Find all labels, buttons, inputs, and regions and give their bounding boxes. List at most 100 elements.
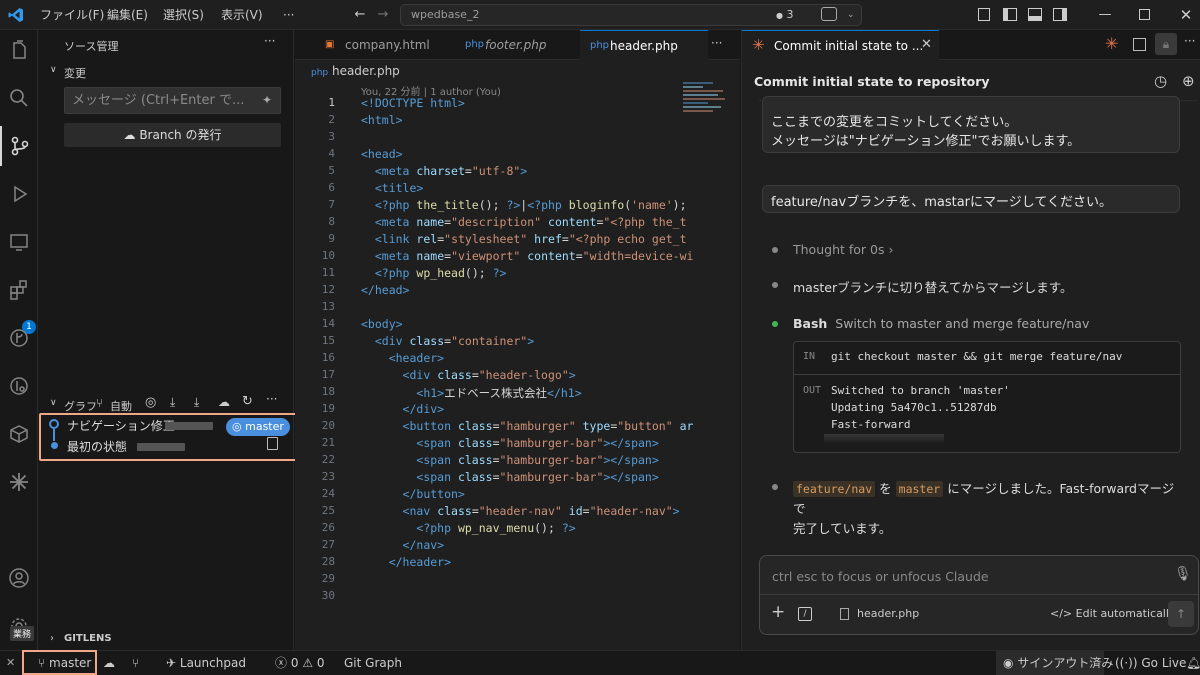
composer-input[interactable]: ctrl esc to focus or unfocus Claude bbox=[772, 569, 989, 584]
menu-selection[interactable]: 選択(S) bbox=[163, 0, 204, 30]
breadcrumb[interactable]: php header.php bbox=[311, 64, 400, 78]
branch-badge[interactable]: ◎ master bbox=[226, 418, 290, 436]
lock-icon[interactable]: 🔒︎ bbox=[1155, 33, 1177, 55]
gitlens-header[interactable]: GITLENS bbox=[64, 633, 112, 644]
publish-branch-button[interactable]: ☁ Branch の発行 bbox=[64, 123, 281, 147]
chevron-down-icon[interactable]: ∨ bbox=[50, 65, 57, 75]
add-icon[interactable]: + bbox=[771, 602, 785, 622]
chat-composer[interactable]: ctrl esc to focus or unfocus Claude 🎙︎ +… bbox=[759, 555, 1199, 635]
more-actions-icon[interactable]: ··· bbox=[264, 34, 275, 48]
minimap[interactable] bbox=[683, 80, 733, 140]
pull-icon[interactable]: ⤓ bbox=[194, 395, 199, 410]
more-actions-icon[interactable]: ··· bbox=[1184, 34, 1195, 48]
command-center-search[interactable]: wpedbase_2 ● 3 ⌄ bbox=[400, 4, 862, 26]
menu-edit[interactable]: 編集(E) bbox=[107, 0, 148, 30]
toggle-primary-sidebar-icon[interactable] bbox=[1003, 8, 1017, 21]
split-editor-icon[interactable] bbox=[1133, 38, 1146, 51]
edit-mode-toggle[interactable]: </> Edit automatically bbox=[1050, 607, 1175, 620]
problems-item[interactable]: ⓧ 0 ⚠ 0 bbox=[275, 651, 325, 675]
out-label: OUT bbox=[803, 385, 822, 396]
history-icon[interactable]: ◷ bbox=[1154, 72, 1167, 90]
toggle-secondary-sidebar-icon[interactable] bbox=[1053, 8, 1067, 21]
minimize-icon[interactable]: — bbox=[1090, 0, 1120, 30]
chevron-down-icon[interactable]: ∨ bbox=[50, 398, 57, 408]
bash-output-box: IN git checkout master && git merge feat… bbox=[793, 341, 1181, 453]
sparkle-icon[interactable]: ✦ bbox=[262, 88, 272, 113]
go-live-item[interactable]: ((·)) Go Live bbox=[1115, 651, 1186, 675]
changes-header[interactable]: 変更 bbox=[64, 65, 86, 81]
more-actions-icon[interactable]: ··· bbox=[711, 36, 722, 50]
extensions-icon[interactable] bbox=[0, 270, 38, 310]
source-control-icon[interactable] bbox=[0, 126, 38, 166]
chevron-down-icon[interactable]: ⌄ bbox=[847, 5, 855, 25]
git-graph-item[interactable]: Git Graph bbox=[344, 651, 402, 675]
chevron-right-icon[interactable]: › bbox=[50, 633, 54, 644]
commit-row[interactable]: ナビゲーション修正 bbox=[67, 417, 175, 434]
search-icon[interactable] bbox=[0, 78, 38, 118]
graph-auto-label[interactable]: 自動 bbox=[110, 398, 132, 414]
close-icon[interactable]: ✕ bbox=[921, 37, 932, 52]
microphone-icon[interactable]: 🎙︎ bbox=[1174, 566, 1192, 582]
customize-layout-icon[interactable] bbox=[978, 8, 990, 21]
claude-icon[interactable]: ✳ bbox=[1105, 34, 1118, 53]
account-status[interactable]: ◉ サインアウト済み bbox=[1003, 651, 1113, 675]
send-arrow-icon[interactable]: ↑ bbox=[1168, 601, 1194, 627]
notifications-bell-icon[interactable]: 🔔︎ bbox=[1186, 651, 1200, 675]
tool-call-header[interactable]: Bash Switch to master and merge feature/… bbox=[793, 316, 1089, 331]
back-arrow-icon[interactable]: ← bbox=[350, 0, 370, 30]
package-icon[interactable] bbox=[0, 414, 38, 454]
thought-toggle[interactable]: Thought for 0s › bbox=[793, 242, 893, 257]
maximize-icon[interactable] bbox=[1139, 9, 1150, 20]
slash-command-icon[interactable]: / bbox=[798, 607, 812, 621]
forward-arrow-icon[interactable]: → bbox=[373, 0, 393, 30]
remote-icon[interactable]: ✕ bbox=[6, 651, 15, 675]
close-window-icon[interactable]: ✕ bbox=[1176, 0, 1196, 30]
tab-header-php[interactable]: php header.php bbox=[580, 30, 708, 60]
tab-company-html[interactable]: ▣ company.html bbox=[315, 30, 455, 60]
refresh-icon[interactable]: ↻ bbox=[242, 394, 253, 409]
menu-view[interactable]: 表示(V) bbox=[221, 0, 263, 30]
copilot-icon[interactable] bbox=[821, 7, 837, 21]
graph-header[interactable]: グラフ bbox=[64, 398, 97, 414]
remote-explorer-icon[interactable] bbox=[0, 222, 38, 262]
gitlens-icon[interactable] bbox=[0, 318, 38, 358]
launchpad-item[interactable]: ✈ Launchpad bbox=[166, 651, 246, 675]
line-number: 5 bbox=[328, 164, 335, 177]
commit-message-input[interactable]: メッセージ (Ctrl+Enter で... ✦ bbox=[64, 87, 281, 114]
inline-code: feature/nav bbox=[793, 481, 876, 497]
account-icon[interactable] bbox=[0, 558, 38, 598]
git-icon[interactable]: ⑂ bbox=[132, 651, 139, 675]
line-number: 14 bbox=[321, 317, 335, 330]
user-message: feature/navブランチを、mastarにマージしてください。 bbox=[762, 185, 1180, 213]
line-number: 11 bbox=[321, 266, 335, 279]
file-icon[interactable] bbox=[267, 437, 278, 450]
panel-tab[interactable]: ✳ Commit initial state to ... ✕ bbox=[742, 30, 939, 60]
commit-row[interactable]: 最初の状態 bbox=[67, 438, 127, 455]
attached-file[interactable]: header.php bbox=[857, 607, 919, 620]
code-view[interactable]: <!DOCTYPE html> <html> <head> <meta char… bbox=[361, 96, 693, 572]
toggle-panel-icon[interactable] bbox=[1028, 8, 1042, 21]
new-chat-icon[interactable]: ⊕ bbox=[1182, 72, 1195, 90]
claude-icon[interactable] bbox=[0, 462, 38, 502]
account-status-label: サインアウト済み bbox=[1017, 656, 1114, 670]
branch-icon[interactable]: ⑂ bbox=[96, 396, 103, 410]
git-graph-icon[interactable] bbox=[0, 366, 38, 406]
menu-file[interactable]: ファイル(F) bbox=[40, 0, 104, 30]
tab-footer-php[interactable]: php footer.php bbox=[455, 30, 580, 60]
run-debug-icon[interactable] bbox=[0, 174, 38, 214]
publish-cloud-icon[interactable]: ☁ bbox=[103, 651, 115, 675]
tool-name: Bash bbox=[793, 316, 828, 331]
explorer-icon[interactable] bbox=[0, 30, 38, 70]
push-cloud-icon[interactable]: ☁ bbox=[218, 395, 230, 409]
more-actions-icon[interactable]: ··· bbox=[266, 392, 277, 406]
agent-status[interactable]: ● 3 bbox=[776, 5, 793, 26]
line-number: 29 bbox=[321, 572, 335, 585]
fetch-icon[interactable]: ⤓ bbox=[170, 395, 175, 410]
branch-status[interactable]: ⑂ master bbox=[38, 651, 91, 675]
user-message: ここまでの変更をコミットしてください。 メッセージは"ナビゲーション修正"でお願… bbox=[762, 96, 1180, 153]
branch-badge-label: master bbox=[245, 420, 284, 433]
target-icon[interactable]: ◎ bbox=[145, 395, 156, 410]
divider bbox=[760, 594, 1198, 595]
user-message-line: メッセージは"ナビゲーション修正"でお願いします。 bbox=[771, 134, 1081, 149]
menu-more[interactable]: ··· bbox=[283, 0, 294, 30]
